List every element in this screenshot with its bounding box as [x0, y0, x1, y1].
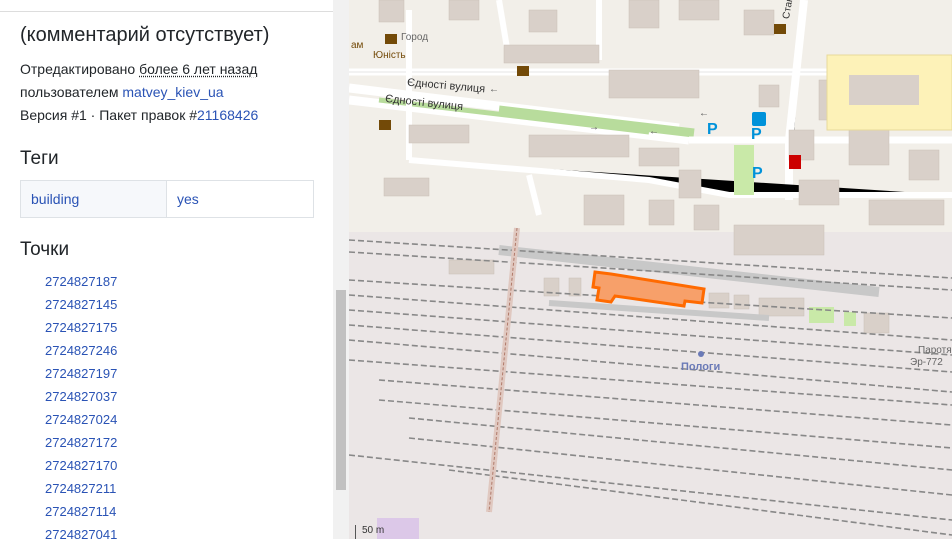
list-item[interactable]: 2724827170 [45, 457, 117, 480]
map-view[interactable]: ← ← → ← Єдності вулиця Єдності вулиця Го… [349, 0, 952, 539]
tags-table: building yes [20, 180, 314, 218]
edited-prefix: Отредактировано [20, 61, 136, 77]
svg-text:→: → [589, 122, 599, 133]
scrollbar-thumb[interactable] [336, 290, 346, 490]
list-item[interactable]: 2724827211 [45, 480, 117, 503]
separator: · [90, 107, 96, 123]
bus-stop-icon [752, 112, 766, 126]
comment-text: (комментарий отсутствует) [20, 24, 270, 46]
cinema-label: Юність [373, 50, 406, 61]
node-link[interactable]: 2724827170 [45, 458, 117, 473]
node-link[interactable]: 2724827175 [45, 320, 117, 335]
list-item[interactable]: 2724827041 [45, 526, 117, 539]
pharmacy-icon [789, 155, 801, 169]
nodes-list: 2724827187 2724827145 2724827175 2724827… [45, 273, 117, 539]
node-link[interactable]: 2724827246 [45, 343, 117, 358]
station-label: Пологи [681, 361, 721, 373]
poi-label: Паротяг [918, 345, 952, 356]
map-scale: 50 m [355, 525, 416, 539]
list-item[interactable]: 2724827024 [45, 411, 117, 434]
changeset-prefix: Пакет правок # [99, 107, 198, 123]
divider [0, 11, 333, 12]
parking-icon: P [751, 126, 762, 143]
sidebar: (комментарий отсутствует) Отредактирован… [0, 0, 333, 539]
parking-icon: P [752, 165, 763, 182]
tag-value[interactable]: yes [167, 181, 313, 217]
cinema-icon [517, 66, 529, 76]
node-link[interactable]: 2724827197 [45, 366, 117, 381]
list-item[interactable]: 2724827172 [45, 434, 117, 457]
edited-line: Отредактировано более 6 лет назад [20, 61, 257, 77]
node-link[interactable]: 2724827037 [45, 389, 117, 404]
node-link[interactable]: 2724827041 [45, 527, 117, 539]
user-link[interactable]: matvey_kiev_ua [122, 84, 223, 100]
list-item[interactable]: 2724827114 [45, 503, 117, 526]
cinema-icon [379, 120, 391, 130]
parking-icon: P [707, 121, 718, 138]
svg-text:←: ← [489, 84, 499, 95]
svg-text:←: ← [699, 108, 709, 119]
list-item[interactable]: 2724827175 [45, 319, 117, 342]
user-line: пользователем matvey_kiev_ua [20, 84, 224, 100]
list-item[interactable]: 2724827197 [45, 365, 117, 388]
edited-time[interactable]: более 6 лет назад [139, 61, 257, 77]
tags-heading: Теги [20, 148, 59, 169]
cinema-icon [385, 34, 397, 44]
town-label: Город [401, 32, 429, 43]
node-link[interactable]: 2724827211 [45, 481, 116, 496]
changeset-link[interactable]: 21168426 [197, 107, 258, 123]
list-item[interactable]: 2724827145 [45, 296, 117, 319]
cinema-label-2: ам [351, 40, 364, 51]
list-item[interactable]: 2724827187 [45, 273, 117, 296]
node-link[interactable]: 2724827187 [45, 274, 117, 289]
node-link[interactable]: 2724827145 [45, 297, 117, 312]
nodes-heading: Точки [20, 239, 70, 260]
poi-label-2: Эр-772 [910, 357, 943, 368]
node-link[interactable]: 2724827114 [45, 504, 116, 519]
svg-text:←: ← [649, 126, 659, 137]
by-prefix: пользователем [20, 84, 119, 100]
scale-label: 50 m [362, 525, 385, 536]
station-icon [698, 351, 704, 357]
list-item[interactable]: 2724827246 [45, 342, 117, 365]
node-link[interactable]: 2724827172 [45, 435, 117, 450]
tag-key[interactable]: building [21, 181, 167, 217]
node-link[interactable]: 2724827024 [45, 412, 117, 427]
version-line: Версия #1 · Пакет правок #21168426 [20, 107, 258, 123]
version-text: Версия #1 [20, 107, 87, 123]
cinema-icon [774, 24, 786, 34]
list-item[interactable]: 2724827037 [45, 388, 117, 411]
